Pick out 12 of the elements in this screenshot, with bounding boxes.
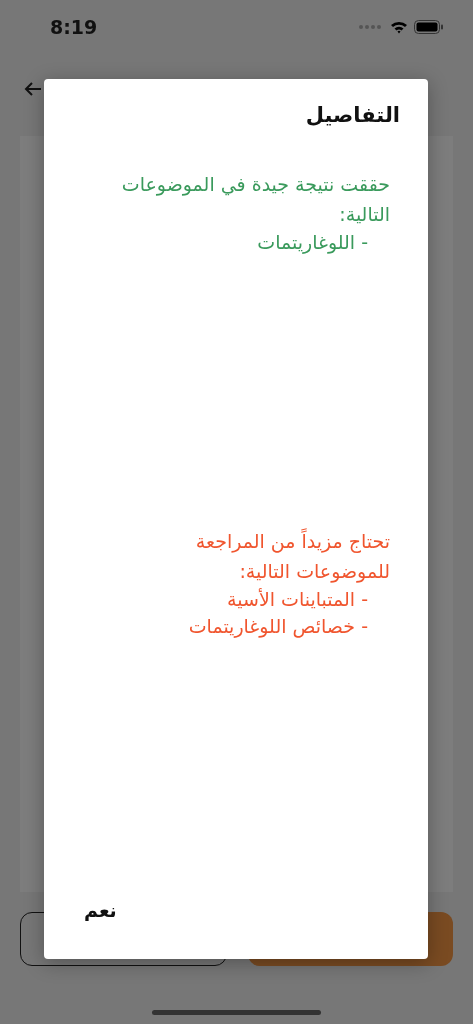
topic-item: - اللوغاريتمات: [256, 230, 369, 256]
result-message: حققت نتيجة جيدة في الموضوعات التالية:: [120, 172, 390, 227]
battery-icon: [414, 20, 443, 34]
confirm-button[interactable]: نعم: [84, 893, 117, 927]
back-arrow-icon[interactable]: [24, 81, 42, 97]
signal-icon: [358, 24, 384, 30]
result-message: تحتاج مزيداً من المراجعة للموضوعات التالية:: [194, 527, 390, 585]
status-time: 8:19: [50, 16, 98, 38]
topic-item: - خصائص اللوغاريتمات: [187, 614, 369, 640]
dialog-title: التفاصيل: [304, 103, 400, 127]
topic-item: - المتباينات الأسية: [226, 587, 369, 612]
wifi-icon: [390, 20, 408, 34]
